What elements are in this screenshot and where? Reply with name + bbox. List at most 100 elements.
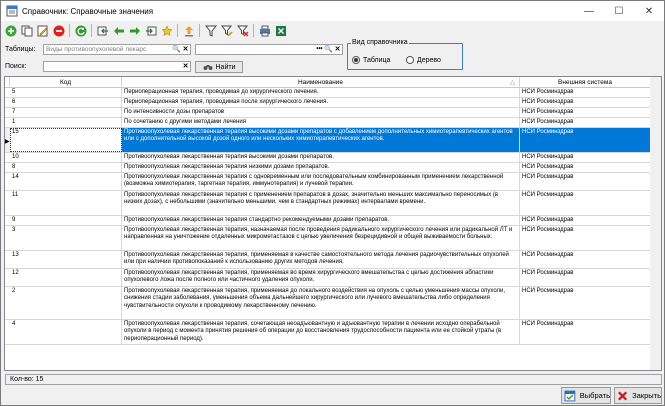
search-input[interactable]: ✕ <box>43 61 191 72</box>
search-icon[interactable]: 🔍 <box>172 45 181 54</box>
cell-code[interactable]: 15 <box>10 128 122 152</box>
cell-code[interactable]: 10 <box>10 153 122 162</box>
clear-icon[interactable]: ✕ <box>181 62 190 71</box>
cell-name[interactable]: Противоопухолевая лекарственная терапия,… <box>122 269 520 286</box>
cell-name[interactable]: Противоопухолевая лекарственная терапия … <box>122 216 520 225</box>
cell-external-system[interactable]: НСИ Росминздрав <box>520 216 650 225</box>
cell-name[interactable]: Противоопухолевая лекарственная терапия … <box>122 191 520 215</box>
cell-external-system[interactable]: НСИ Росминздрав <box>520 287 650 319</box>
cell-external-system[interactable]: НСИ Росминздрав <box>520 269 650 286</box>
star-icon[interactable] <box>159 23 174 38</box>
table-row[interactable]: 2 Противоопухолевая лекарственная терапия… <box>5 287 661 320</box>
cell-code[interactable]: 1 <box>10 118 122 127</box>
move-last-icon[interactable] <box>143 23 158 38</box>
arrow-right-icon[interactable] <box>127 23 142 38</box>
cell-name[interactable]: Противоопухолевая лекарственная терапия,… <box>122 251 520 268</box>
table-row[interactable]: 12 Противоопухолевая лекарственная терапи… <box>5 269 661 287</box>
search-label: Поиск: <box>5 63 27 70</box>
table-row[interactable]: 6 Периоперационная терапия, проводимая по… <box>5 98 661 108</box>
cell-name[interactable]: Противоопухолевая лекарственная терапия … <box>122 153 520 162</box>
cell-external-system[interactable]: НСИ Росминздрав <box>520 163 650 172</box>
row-indicator <box>5 108 10 117</box>
cell-name[interactable]: По сочетанию с другими методами лечения <box>122 118 520 127</box>
table-row[interactable]: 8 Противоопухолевая лекарственная терапия… <box>5 163 661 173</box>
cell-code[interactable]: 12 <box>10 269 122 286</box>
clear-icon[interactable]: ✕ <box>333 45 342 54</box>
cell-external-system[interactable]: НСИ Росминздрав <box>520 98 650 107</box>
copy-icon[interactable] <box>19 23 34 38</box>
upload-icon[interactable] <box>181 23 196 38</box>
cell-code[interactable]: 7 <box>10 108 122 117</box>
cell-external-system[interactable]: НСИ Росминздрав <box>520 88 650 97</box>
radio-table[interactable]: Таблица <box>352 56 390 64</box>
cell-code[interactable]: 8 <box>10 163 122 172</box>
cell-code[interactable]: 5 <box>10 88 122 97</box>
cell-code[interactable]: 3 <box>10 226 122 250</box>
table-row[interactable]: ▶ 15 Противоопухолевая лекарственная терап… <box>5 128 661 153</box>
cell-external-system[interactable]: НСИ Росминздрав <box>520 320 650 344</box>
cell-code[interactable]: 4 <box>10 320 122 344</box>
cell-code[interactable]: 9 <box>10 216 122 225</box>
cell-name[interactable]: Противоопухолевая лекарственная терапия … <box>122 163 520 172</box>
column-header-name[interactable]: Наименование △ <box>122 77 520 88</box>
close-window-button[interactable]: ✕ <box>634 1 664 21</box>
vertical-scrollbar[interactable] <box>650 77 661 370</box>
cell-external-system[interactable]: НСИ Росминздрав <box>520 226 650 250</box>
excel-icon[interactable] <box>273 23 288 38</box>
minimize-button[interactable]: — <box>574 1 604 21</box>
close-button[interactable]: Закрыть <box>614 387 662 404</box>
filter-clear-icon[interactable] <box>235 23 250 38</box>
arrow-left-icon[interactable] <box>111 23 126 38</box>
table-row[interactable]: 1 По сочетанию с другими методами лечения… <box>5 118 661 128</box>
cell-external-system[interactable]: НСИ Росминздрав <box>520 118 650 127</box>
find-button[interactable]: Найти <box>195 61 243 73</box>
cell-external-system[interactable]: НСИ Росминздрав <box>520 251 650 268</box>
cell-external-system[interactable]: НСИ Росминздрав <box>520 191 650 215</box>
cell-code[interactable]: 2 <box>10 287 122 319</box>
cell-external-system[interactable]: НСИ Росминздрав <box>520 108 650 117</box>
table-row[interactable]: 10 Противоопухолевая лекарственная терапи… <box>5 153 661 163</box>
cell-name[interactable]: Периоперационная терапия, проводимая пос… <box>122 98 520 107</box>
table-row[interactable]: 3 Противоопухолевая лекарственная терапия… <box>5 226 661 251</box>
cell-code[interactable]: 11 <box>10 191 122 215</box>
cell-name[interactable]: По интенсивности дозы препаратов <box>122 108 520 117</box>
cell-name[interactable]: Противоопухолевая лекарственная терапия,… <box>122 287 520 319</box>
select-button[interactable]: Выбрать <box>561 387 611 404</box>
maximize-button[interactable]: ☐ <box>604 1 634 21</box>
table-row[interactable]: 13 Противоопухолевая лекарственная терапи… <box>5 251 661 269</box>
search-icon[interactable]: 🔍 <box>324 45 333 54</box>
print-icon[interactable] <box>257 23 272 38</box>
table-row[interactable]: 5 Периоперационная терапия, проводимая до… <box>5 88 661 98</box>
sort-asc-icon: △ <box>510 79 515 86</box>
refresh-icon[interactable] <box>73 23 88 38</box>
cell-name[interactable]: Противоопухолевая лекарственная терапия … <box>122 128 520 152</box>
radio-tree[interactable]: Дерево <box>406 56 441 64</box>
cell-external-system[interactable]: НСИ Росминздрав <box>520 153 650 162</box>
cell-name[interactable]: Противоопухолевая лекарственная терапия,… <box>122 226 520 250</box>
tables-input[interactable]: Виды противоопухолевой лекарс 🔍 ✕ <box>43 44 191 55</box>
cell-name[interactable]: Противоопухолевая лекарственная терапия,… <box>122 320 520 344</box>
column-header-external[interactable]: Внешняя система <box>520 77 650 88</box>
table-row[interactable]: 7 По интенсивности дозы препаратов НСИ Рос… <box>5 108 661 118</box>
cell-name[interactable]: Периоперационная терапия, проводимая до … <box>122 88 520 97</box>
cell-code[interactable]: 13 <box>10 251 122 268</box>
cell-code[interactable]: 6 <box>10 98 122 107</box>
table-row[interactable]: 14 Противоопухолевая лекарственная терапи… <box>5 173 661 191</box>
filter-icon[interactable] <box>203 23 218 38</box>
cell-external-system[interactable]: НСИ Росминздрав <box>520 173 650 190</box>
table-row[interactable]: 9 Противоопухолевая лекарственная терапия… <box>5 216 661 226</box>
column-header-code[interactable]: Код <box>10 77 122 88</box>
cell-name[interactable]: Противоопухолевая лекарственная терапия … <box>122 173 520 190</box>
move-first-icon[interactable] <box>95 23 110 38</box>
add-icon[interactable] <box>3 23 18 38</box>
cell-external-system[interactable]: НСИ Росминздрав <box>520 128 650 152</box>
filter-edit-icon[interactable] <box>219 23 234 38</box>
cell-code[interactable]: 14 <box>10 173 122 190</box>
edit-icon[interactable] <box>35 23 50 38</box>
tables-secondary-input[interactable]: ••• 🔍 ✕ <box>195 44 343 55</box>
table-row[interactable]: 4 Противоопухолевая лекарственная терапия… <box>5 320 661 345</box>
clear-icon[interactable]: ✕ <box>181 45 190 54</box>
ellipsis-icon[interactable]: ••• <box>315 45 324 54</box>
delete-icon[interactable] <box>51 23 66 38</box>
table-row[interactable]: 11 Противоопухолевая лекарственная терапи… <box>5 191 661 216</box>
